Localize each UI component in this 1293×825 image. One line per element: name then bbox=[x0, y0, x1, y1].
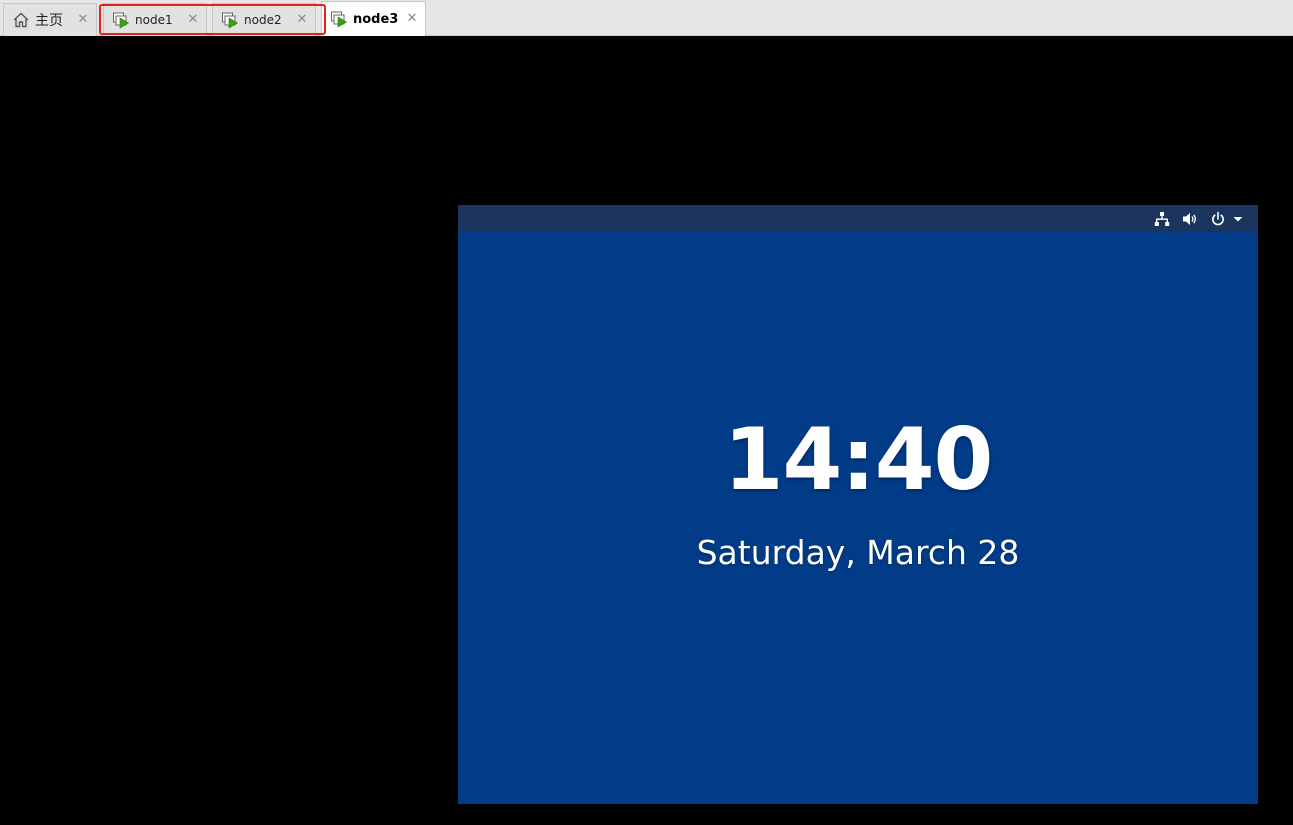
volume-icon[interactable] bbox=[1182, 211, 1198, 227]
power-icon[interactable] bbox=[1210, 211, 1244, 227]
tab-node1-label: node1 bbox=[135, 13, 173, 27]
tab-node3-label: node3 bbox=[353, 11, 399, 27]
system-tray[interactable] bbox=[1154, 210, 1244, 227]
tab-node2[interactable]: node2 ✕ bbox=[212, 3, 316, 36]
vm-running-icon bbox=[221, 11, 239, 29]
lock-screen-clock: 14:40 bbox=[723, 410, 994, 510]
tab-home-label: 主页 bbox=[35, 13, 63, 29]
tab-node1-close-icon[interactable]: ✕ bbox=[186, 13, 200, 27]
tab-home-close-icon[interactable]: ✕ bbox=[76, 13, 90, 27]
tab-node3[interactable]: node3 ✕ bbox=[321, 1, 426, 36]
tab-bar: 主页 ✕ node1 ✕ node2 ✕ node3 ✕ bbox=[0, 0, 1293, 36]
vm-running-icon bbox=[330, 10, 348, 28]
lock-screen-date: Saturday, March 28 bbox=[696, 533, 1020, 572]
network-icon[interactable] bbox=[1154, 211, 1170, 227]
home-icon bbox=[12, 11, 30, 29]
tab-node2-label: node2 bbox=[244, 13, 282, 27]
vm-console-screen[interactable]: 14:40 Saturday, March 28 bbox=[458, 205, 1258, 804]
vm-running-icon bbox=[112, 11, 130, 29]
tab-node3-close-icon[interactable]: ✕ bbox=[405, 12, 419, 26]
tab-node2-close-icon[interactable]: ✕ bbox=[295, 13, 309, 27]
tab-home[interactable]: 主页 ✕ bbox=[3, 3, 97, 36]
tab-node1[interactable]: node1 ✕ bbox=[103, 3, 207, 36]
vm-top-panel bbox=[458, 205, 1258, 232]
menu-dropdown-icon[interactable] bbox=[1232, 213, 1244, 225]
